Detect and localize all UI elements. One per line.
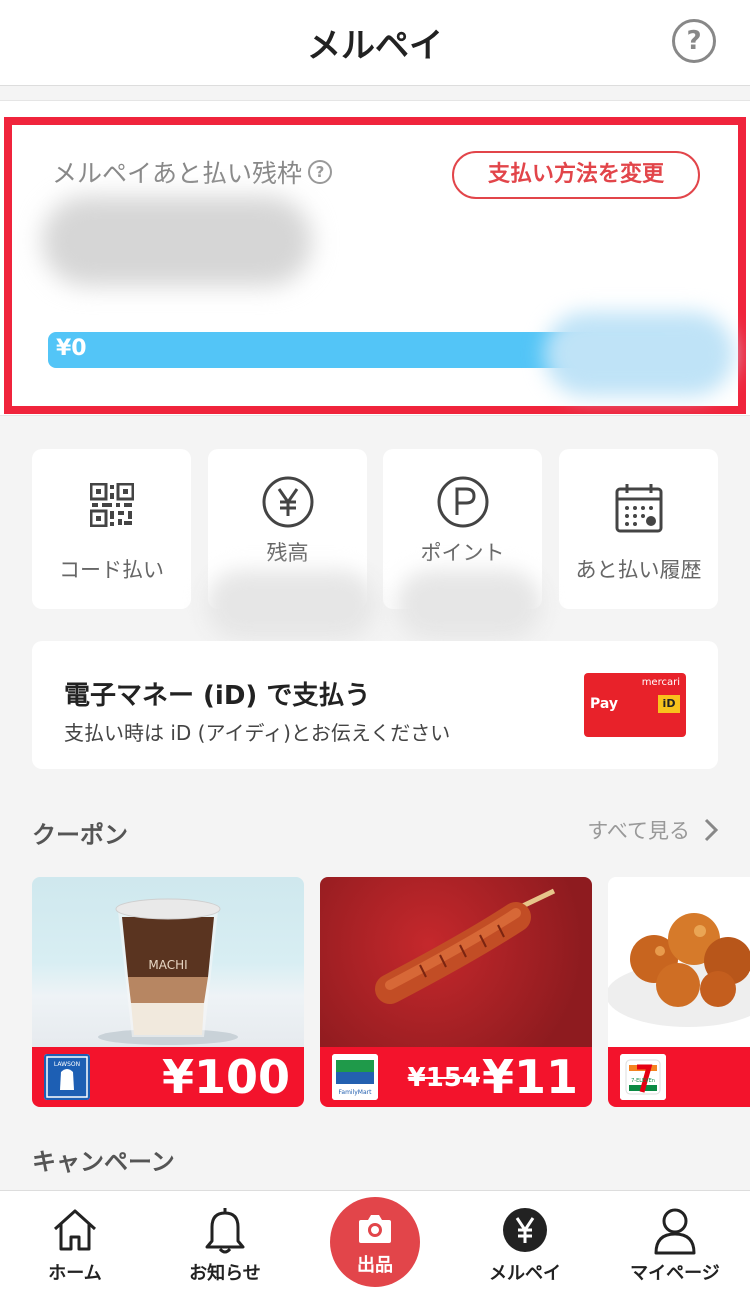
question-circle-icon[interactable]: ? xyxy=(672,19,716,63)
tab-home[interactable]: ホーム xyxy=(0,1191,150,1290)
qr-code-icon xyxy=(32,483,191,537)
see-all-link[interactable]: すべて見る xyxy=(587,815,718,845)
sell-label: 出品 xyxy=(357,1255,393,1276)
coupon-image-fried-chicken xyxy=(608,877,750,1047)
id-payment-subtitle: 支払い時は iD (アイディ)とお伝えください xyxy=(64,721,451,745)
logo-id: iD xyxy=(658,695,680,713)
tab-label: お知らせ xyxy=(189,1263,261,1284)
id-payment-title: 電子マネー (iD) で支払う xyxy=(64,681,371,711)
tab-mypage[interactable]: マイページ xyxy=(600,1191,750,1290)
coupon-price: ¥11 xyxy=(481,1050,578,1104)
yen-circle-icon xyxy=(208,475,367,529)
code-pay-tile[interactable]: コード払い xyxy=(32,449,191,609)
progress-amount: ¥0 xyxy=(56,336,87,361)
tab-label: マイページ xyxy=(630,1263,720,1284)
tile-label: 残高 xyxy=(266,541,309,565)
tab-label: メルペイ xyxy=(489,1263,561,1284)
logo-pay: Pay xyxy=(590,696,619,712)
tab-label: ホーム xyxy=(48,1263,102,1284)
coupon-card[interactable]: FamilyMart ¥154 ¥11 xyxy=(320,877,592,1107)
camera-icon xyxy=(359,1215,391,1243)
tile-label: コード払い xyxy=(59,558,164,582)
page-title: メルペイ xyxy=(307,26,443,66)
lawson-logo-text: LAWSON xyxy=(54,1061,80,1068)
question-circle-icon[interactable]: ? xyxy=(308,160,333,184)
coupon-card[interactable]: 7-ELEVEn xyxy=(608,877,750,1107)
coupon-image-coffee: MACHI xyxy=(32,877,304,1047)
point-circle-icon xyxy=(383,475,542,529)
coupon-price-bar: 7-ELEVEn xyxy=(608,1047,750,1107)
blurred-balance-value xyxy=(206,570,376,640)
tile-label: ポイント xyxy=(420,541,505,565)
familymart-logo-text: FamilyMart xyxy=(339,1089,373,1096)
tile-label: あと払い履歴 xyxy=(575,558,702,582)
tab-notifications[interactable]: お知らせ xyxy=(150,1191,300,1290)
coupon-price-bar: FamilyMart ¥154 ¥11 xyxy=(320,1047,592,1107)
id-payment-card[interactable]: 電子マネー (iD) で支払う 支払い時は iD (アイディ)とお伝えください … xyxy=(32,641,718,769)
coupon-section-title: クーポン xyxy=(32,821,128,849)
svg-text:MACHI: MACHI xyxy=(148,958,187,972)
blurred-progress-value xyxy=(544,312,734,396)
see-all-label: すべて見る xyxy=(587,819,690,843)
change-payment-method-button[interactable]: 支払い方法を変更 xyxy=(452,151,700,199)
logo-brand: mercari xyxy=(641,677,680,688)
lawson-logo: LAWSON xyxy=(44,1054,90,1100)
bell-icon xyxy=(150,1207,300,1257)
home-icon xyxy=(0,1207,150,1257)
header: メルペイ ? xyxy=(0,0,750,86)
blurred-point-value xyxy=(396,570,542,640)
seven-eleven-logo: 7-ELEVEn xyxy=(620,1054,666,1100)
tab-merpay[interactable]: メルペイ xyxy=(450,1191,600,1290)
deferred-history-tile[interactable]: あと払い履歴 xyxy=(559,449,718,609)
limit-label: メルペイあと払い残枠 ? xyxy=(52,154,333,190)
sell-button[interactable]: 出品 xyxy=(330,1197,420,1287)
limit-label-text: メルペイあと払い残枠 xyxy=(52,159,303,188)
calendar-icon xyxy=(559,483,718,537)
yen-icon xyxy=(450,1207,600,1257)
coupon-price: ¥100 xyxy=(161,1050,290,1104)
merpay-id-card-logo: mercari Pay iD xyxy=(584,673,686,737)
coupon-old-price: ¥154 xyxy=(407,1063,480,1093)
coupon-image-sausage xyxy=(320,877,592,1047)
seven-eleven-logo-text: 7-ELEVEn xyxy=(631,1078,655,1084)
coupon-price-bar: LAWSON ¥100 xyxy=(32,1047,304,1107)
chevron-right-icon xyxy=(704,818,718,842)
familymart-logo: FamilyMart xyxy=(332,1054,378,1100)
coupon-card[interactable]: MACHI LAWSON ¥100 xyxy=(32,877,304,1107)
person-icon xyxy=(600,1207,750,1257)
blurred-limit-amount xyxy=(42,196,312,286)
campaign-section-title: キャンペーン xyxy=(32,1148,175,1176)
